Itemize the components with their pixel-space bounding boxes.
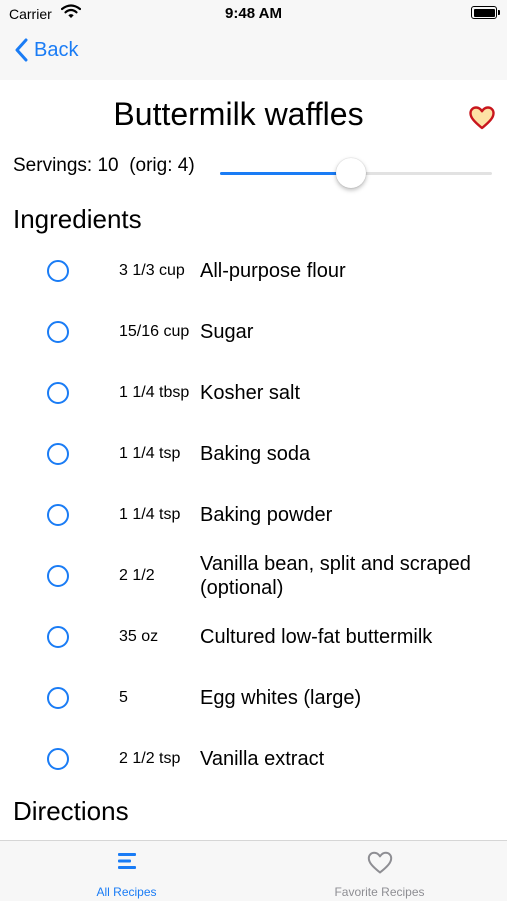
ingredient-checkbox[interactable] bbox=[47, 321, 69, 343]
ingredient-checkbox[interactable] bbox=[47, 504, 69, 526]
directions-heading: Directions bbox=[13, 796, 129, 826]
tab-favorite-recipes-label: Favorite Recipes bbox=[334, 885, 425, 899]
chevron-left-icon bbox=[15, 38, 28, 62]
ingredient-quantity: 2 1/2 tsp bbox=[119, 749, 181, 767]
ingredient-name: Baking powder bbox=[200, 503, 333, 526]
slider-thumb[interactable] bbox=[335, 158, 366, 188]
ingredient-name: Cultured low-fat buttermilk bbox=[200, 625, 433, 648]
ingredient-quantity: 1 1/4 tbsp bbox=[119, 383, 190, 401]
ingredient-quantity: 15/16 cup bbox=[119, 322, 190, 340]
ingredient-row: 1 1/4 tsp Baking soda bbox=[0, 423, 507, 484]
ingredient-quantity: 2 1/2 bbox=[119, 566, 155, 584]
battery-icon bbox=[471, 6, 500, 19]
ingredient-name: Baking soda bbox=[200, 442, 311, 465]
ingredient-row: 2 1/2 tsp Vanilla extract bbox=[0, 728, 507, 789]
ingredient-quantity: 35 oz bbox=[119, 627, 159, 645]
back-button[interactable]: Back bbox=[14, 38, 78, 62]
ingredient-checkbox[interactable] bbox=[47, 626, 69, 648]
ingredient-row: 15/16 cup Sugar bbox=[0, 301, 507, 362]
ingredient-quantity: 3 1/3 cup bbox=[119, 261, 185, 279]
ingredient-name: Kosher salt bbox=[200, 381, 301, 404]
heart-outline-icon bbox=[367, 851, 393, 880]
ingredient-row: 35 oz Cultured low-fat buttermilk bbox=[0, 606, 507, 667]
ingredient-quantity: 1 1/4 tsp bbox=[119, 505, 181, 523]
back-button-label: Back bbox=[34, 38, 79, 61]
heart-filled-icon bbox=[469, 106, 495, 130]
status-time: 9:48 AM bbox=[225, 5, 282, 22]
ingredient-name: Vanilla bean, split and scraped (optiona… bbox=[200, 552, 471, 599]
tab-favorite-recipes[interactable]: Favorite Recipes bbox=[253, 841, 506, 901]
ingredient-name: Egg whites (large) bbox=[200, 686, 362, 709]
status-bar: Carrier 9:48 AM bbox=[0, 0, 507, 28]
navigation-bar: Back bbox=[0, 28, 507, 80]
servings-label: Servings: 10 (orig: 4) bbox=[13, 155, 195, 177]
list-icon bbox=[117, 851, 137, 876]
ingredient-name: All-purpose flour bbox=[200, 259, 346, 282]
ingredient-checkbox[interactable] bbox=[47, 260, 69, 282]
ingredient-checkbox[interactable] bbox=[47, 565, 69, 587]
ingredient-quantity: 5 bbox=[119, 688, 128, 706]
ingredient-quantity: 1 1/4 tsp bbox=[119, 444, 181, 462]
recipe-title: Buttermilk waffles bbox=[113, 96, 364, 132]
ingredient-checkbox[interactable] bbox=[47, 382, 69, 404]
tab-bar: All Recipes Favorite Recipes bbox=[0, 840, 507, 901]
tab-all-recipes-label: All Recipes bbox=[96, 885, 157, 899]
ingredient-row: 5 Egg whites (large) bbox=[0, 667, 507, 728]
ingredient-checkbox[interactable] bbox=[47, 748, 69, 770]
ingredient-row: 1 1/4 tbsp Kosher salt bbox=[0, 362, 507, 423]
servings-count: Servings: 10 bbox=[13, 155, 119, 176]
ingredient-row: 1 1/4 tsp Baking powder bbox=[0, 484, 507, 545]
favorite-button[interactable] bbox=[469, 106, 495, 135]
slider-filled-track bbox=[220, 172, 351, 175]
ingredient-row: 2 1/2 Vanilla bean, split and scraped (o… bbox=[0, 545, 507, 606]
ingredient-name: Vanilla extract bbox=[200, 747, 325, 770]
original-servings: (orig: 4) bbox=[129, 155, 195, 176]
ingredient-name: Sugar bbox=[200, 320, 254, 343]
ingredient-list: 3 1/3 cup All-purpose flour 15/16 cup Su… bbox=[0, 240, 507, 789]
servings-slider[interactable] bbox=[220, 158, 492, 188]
ingredient-row: 3 1/3 cup All-purpose flour bbox=[0, 240, 507, 301]
ingredient-checkbox[interactable] bbox=[47, 443, 69, 465]
ingredients-heading: Ingredients bbox=[13, 204, 142, 234]
ingredient-checkbox[interactable] bbox=[47, 687, 69, 709]
tab-all-recipes[interactable]: All Recipes bbox=[0, 841, 253, 901]
